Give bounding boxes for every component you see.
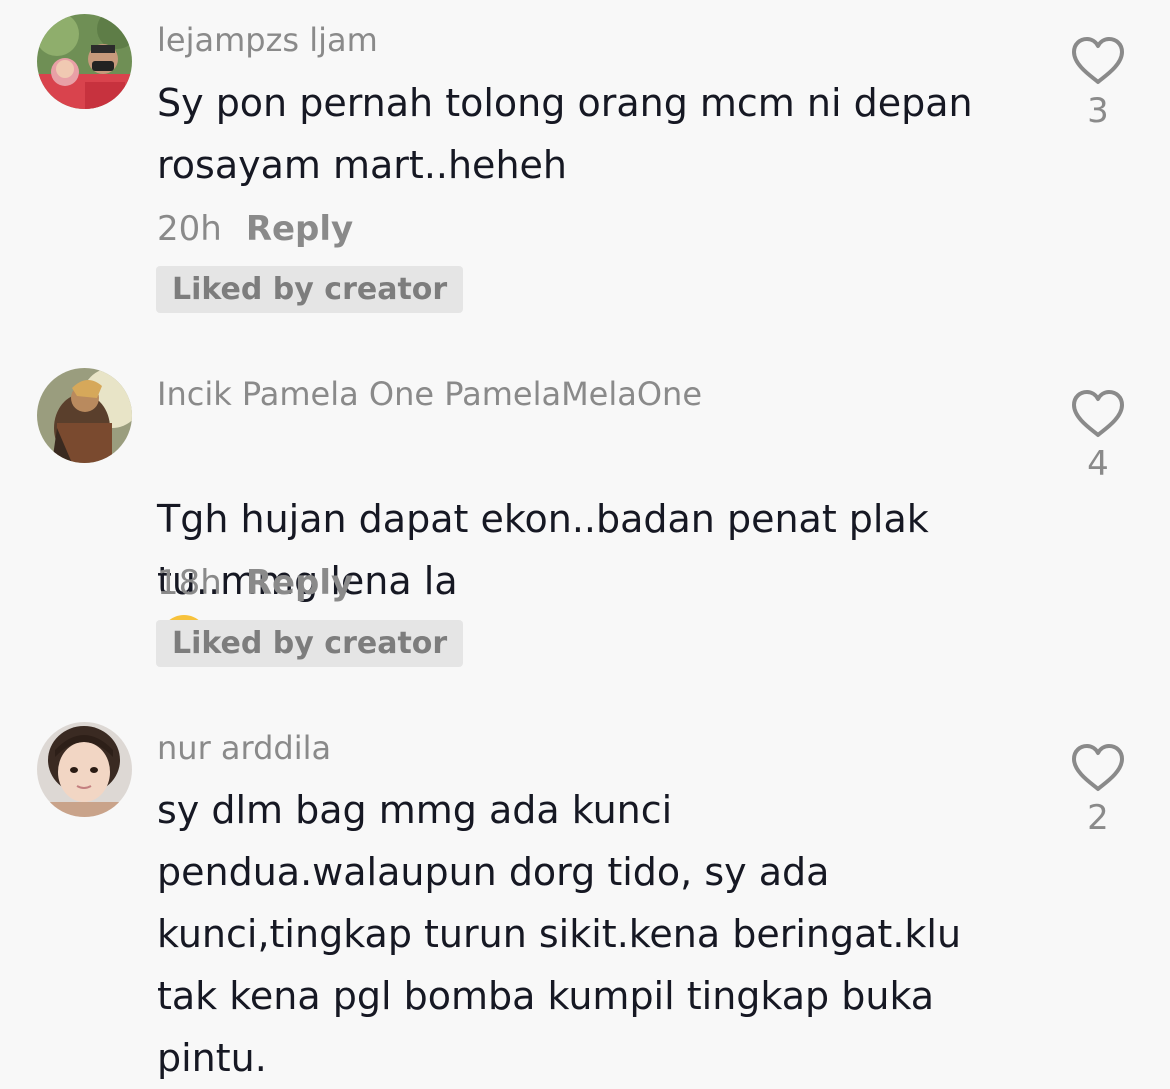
like-button[interactable]: 2 xyxy=(1066,742,1130,838)
comment-item: nur arddila sy dlm bag mmg ada kunci pen… xyxy=(0,0,1170,1080)
heart-icon xyxy=(1072,744,1124,791)
avatar[interactable] xyxy=(37,722,132,817)
like-count: 2 xyxy=(1087,798,1109,838)
comment-username[interactable]: nur arddila xyxy=(157,728,331,768)
avatar-image xyxy=(37,722,132,817)
comment-text: sy dlm bag mmg ada kunci pendua.walaupun… xyxy=(157,788,962,1080)
